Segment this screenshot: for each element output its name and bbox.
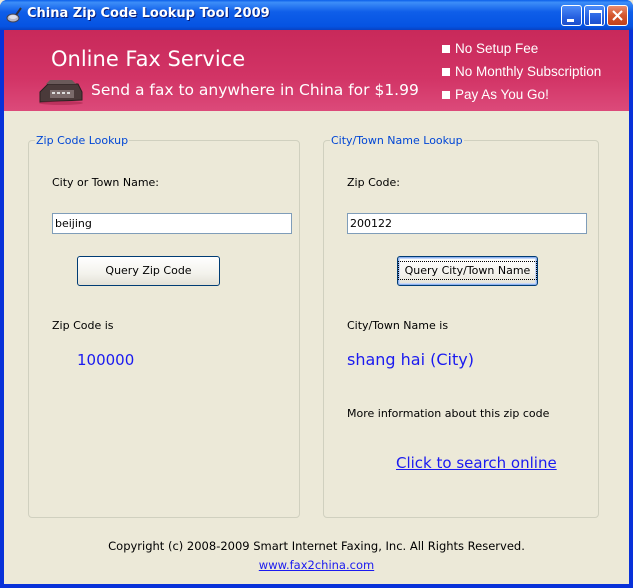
banner-title: Online Fax Service: [51, 47, 246, 71]
button-label: Query Zip Code: [105, 264, 192, 277]
zip-code-lookup-group: Zip Code Lookup City or Town Name: Query…: [28, 134, 300, 518]
feature-item: Pay As You Go!: [442, 83, 601, 106]
app-icon: [6, 7, 22, 23]
group-legend: Zip Code Lookup: [35, 134, 130, 147]
city-name-input[interactable]: [52, 213, 292, 234]
bullet-icon: [442, 44, 450, 53]
maximize-button[interactable]: [584, 5, 605, 26]
app-window: China Zip Code Lookup Tool 2009 Online F…: [0, 0, 633, 588]
zip-code-label: Zip Code:: [347, 176, 400, 189]
city-name-lookup-group: City/Town Name Lookup Zip Code: Query Ci…: [323, 134, 599, 518]
window-title: China Zip Code Lookup Tool 2009: [27, 6, 270, 21]
fax-machine-icon: [39, 80, 83, 105]
feature-list: No Setup Fee No Monthly Subscription Pay…: [442, 37, 601, 106]
feature-label: Pay As You Go!: [455, 87, 549, 102]
minimize-button[interactable]: [561, 5, 582, 26]
website-link[interactable]: www.fax2china.com: [259, 558, 374, 572]
feature-label: No Monthly Subscription: [455, 64, 602, 79]
more-info-label: More information about this zip code: [347, 407, 550, 420]
query-city-name-button[interactable]: Query City/Town Name: [397, 256, 538, 286]
feature-item: No Setup Fee: [442, 37, 601, 60]
city-result-label: City/Town Name is: [347, 319, 449, 332]
bullet-icon: [442, 67, 450, 76]
button-label: Query City/Town Name: [397, 261, 538, 280]
fax-service-banner[interactable]: Online Fax Service Send a fax to anywher…: [4, 30, 629, 111]
zip-result-value: 100000: [77, 351, 135, 369]
title-bar[interactable]: China Zip Code Lookup Tool 2009: [0, 0, 633, 30]
group-legend: City/Town Name Lookup: [330, 134, 464, 147]
feature-item: No Monthly Subscription: [442, 60, 601, 83]
zip-code-input[interactable]: [347, 213, 587, 234]
banner-subtitle: Send a fax to anywhere in China for $1.9…: [91, 81, 419, 99]
close-icon: [612, 10, 623, 21]
city-name-label: City or Town Name:: [52, 176, 160, 189]
bullet-icon: [442, 90, 450, 99]
website-link-row: www.fax2china.com: [4, 558, 629, 572]
feature-label: No Setup Fee: [455, 41, 539, 56]
client-area: Online Fax Service Send a fax to anywher…: [4, 30, 629, 584]
search-online-link[interactable]: Click to search online: [396, 454, 557, 472]
city-result-value: shang hai (City): [347, 350, 474, 369]
zip-result-label: Zip Code is: [52, 319, 114, 332]
copyright-text: Copyright (c) 2008-2009 Smart Internet F…: [108, 539, 525, 553]
query-zip-code-button[interactable]: Query Zip Code: [77, 256, 220, 286]
close-button[interactable]: [607, 5, 628, 26]
